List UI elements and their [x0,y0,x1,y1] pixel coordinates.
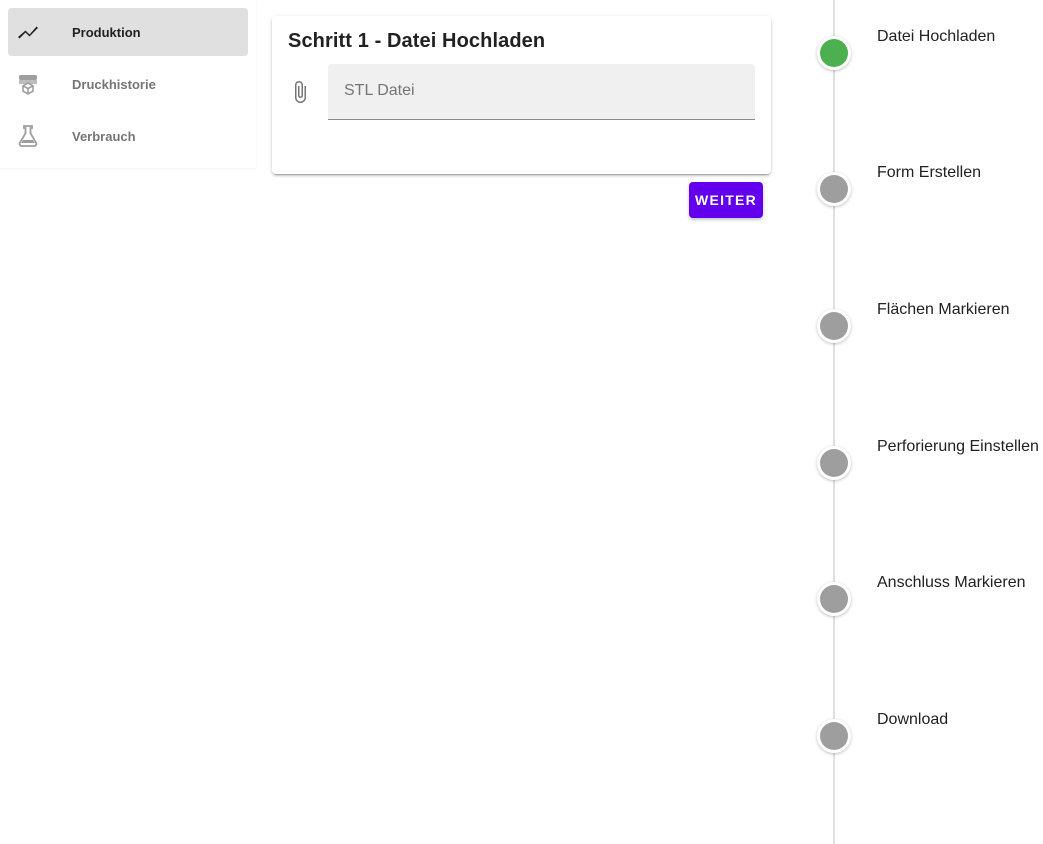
timeline-step-anschluss-markieren[interactable]: Anschluss Markieren [815,572,1043,616]
stl-file-input[interactable]: STL Datei [328,64,755,120]
file-input-placeholder: STL Datei [344,82,415,99]
step-dot [817,36,851,70]
paperclip-icon[interactable] [288,80,312,104]
step-dot [817,446,851,480]
step-dot [817,172,851,206]
step-dot [817,309,851,343]
step-label: Download [877,711,949,728]
timeline-step-flaechen-markieren[interactable]: Flächen Markieren [815,299,1043,343]
sidebar-item-label: Druckhistorie [72,76,156,92]
step-label: Flächen Markieren [877,301,1010,318]
upload-step-card: Schritt 1 - Datei Hochladen STL Datei [272,16,771,174]
printer-icon [16,72,40,96]
step-dot [817,719,851,753]
step-title: Schritt 1 - Datei Hochladen [288,30,546,52]
step-label: Perforierung Einstellen [877,438,1039,455]
sidebar-item-druckhistorie[interactable]: Druckhistorie [8,60,248,108]
sidebar-item-produktion[interactable]: Produktion [8,8,248,56]
flask-icon [16,124,40,148]
timeline-step-form-erstellen[interactable]: Form Erstellen [815,162,1043,206]
timeline-step-download[interactable]: Download [815,709,1043,753]
step-dot [817,582,851,616]
timeline-step-datei-hochladen[interactable]: Datei Hochladen [815,26,1043,70]
step-label: Anschluss Markieren [877,574,1026,591]
trending-line-icon [16,20,40,44]
sidebar-item-label: Verbrauch [72,128,136,144]
sidebar-item-verbrauch[interactable]: Verbrauch [8,112,248,160]
sidebar-item-label: Produktion [72,24,141,40]
sidebar-nav: Produktion Druckhistorie Verbrauch [0,0,256,168]
timeline-step-perforierung-einstellen[interactable]: Perforierung Einstellen [815,436,1043,480]
step-label: Datei Hochladen [877,28,996,45]
next-button[interactable]: Weiter [689,182,763,218]
step-label: Form Erstellen [877,164,982,181]
